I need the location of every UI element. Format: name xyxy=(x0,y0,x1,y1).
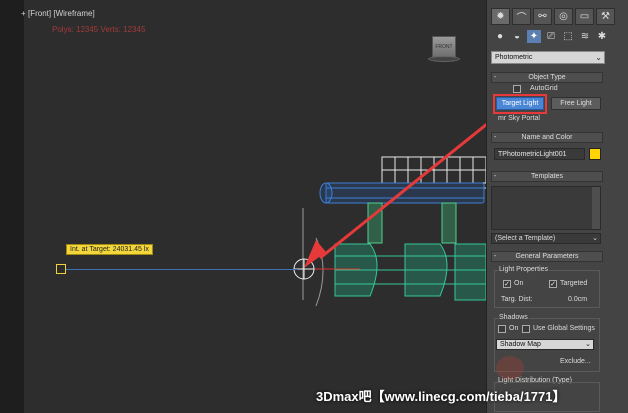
tab-modify[interactable]: ⌒ xyxy=(512,8,531,25)
cameras-icon[interactable]: ⎚ xyxy=(544,30,558,43)
targ-dist-label: Targ. Dist: xyxy=(501,296,533,303)
chevron-down-icon: ⌄ xyxy=(595,53,602,62)
watermark-text: 3Dmax吧【www.linecg.com/tieba/1771】 xyxy=(316,389,566,404)
helpers-icon[interactable]: ⬚ xyxy=(561,30,575,43)
chevron-down-icon: ⌄ xyxy=(592,235,598,242)
rollout-title: Object Type xyxy=(528,74,566,81)
chevron-down-icon: ⌄ xyxy=(585,341,591,348)
autogrid-label: AutoGrid xyxy=(530,85,558,92)
viewport-front[interactable]: + [Front] [Wireframe] Polys: 12345 Verts… xyxy=(0,0,486,413)
rollout-title: General Parameters xyxy=(515,253,579,260)
curve-icon: ⌒ xyxy=(516,13,527,24)
rollout-title: Name and Color xyxy=(521,134,573,141)
light-category-select[interactable]: Photometric ⌄ xyxy=(491,51,605,64)
rollout-name-and-color[interactable]: - Name and Color xyxy=(491,132,603,143)
targ-dist-value[interactable]: 0.0cm xyxy=(568,296,587,303)
rollout-object-type[interactable]: - Object Type xyxy=(491,72,603,83)
templates-scrollbar[interactable] xyxy=(592,187,600,229)
rollout-toggle-icon: - xyxy=(494,253,497,260)
shapes-icon[interactable]: ◒ xyxy=(510,30,524,43)
shadows-label: Shadows xyxy=(498,314,529,321)
rollout-toggle-icon: - xyxy=(494,173,497,180)
motion-icon: ◎ xyxy=(559,11,568,22)
spacewarps-icon[interactable]: ≋ xyxy=(578,30,592,43)
category-value: Photometric xyxy=(495,54,533,61)
systems-icon[interactable]: ✱ xyxy=(595,30,609,43)
object-color-swatch[interactable] xyxy=(589,148,601,160)
template-select-value: (Select a Template) xyxy=(495,235,556,242)
watermark-logo xyxy=(496,356,524,380)
light-properties-label: Light Properties xyxy=(498,266,550,273)
shadow-type-select[interactable]: Shadow Map ⌄ xyxy=(496,339,594,350)
use-global-settings-label: Use Global Settings xyxy=(533,325,595,332)
tab-utilities[interactable]: ⚒ xyxy=(596,8,615,25)
use-global-settings-checkbox[interactable] xyxy=(522,325,530,333)
geometry-icon[interactable]: ● xyxy=(493,30,507,43)
green-lamp-wireframes xyxy=(334,243,486,301)
shadows-on-label: On xyxy=(509,325,519,332)
tab-hierarchy[interactable]: ⚯ xyxy=(533,8,552,25)
tab-motion[interactable]: ◎ xyxy=(554,8,573,25)
rollout-toggle-icon: - xyxy=(494,74,497,81)
lights-icon[interactable]: ✦ xyxy=(527,30,541,43)
utilities-icon: ⚒ xyxy=(601,11,610,22)
object-name-field[interactable]: TPhotometricLight001 xyxy=(494,148,585,160)
target-intensity-tooltip: Int. at Target: 24031.45 lx xyxy=(66,244,153,255)
template-select[interactable]: (Select a Template) ⌄ xyxy=(491,233,601,244)
tab-display[interactable]: ▭ xyxy=(575,8,594,25)
rollout-title: Templates xyxy=(531,173,563,180)
command-panel-tabs: ✹ ⌒ ⚯ ◎ ▭ ⚒ xyxy=(491,8,615,25)
wireframe-scene xyxy=(293,122,486,307)
tab-create[interactable]: ✹ xyxy=(491,8,510,25)
templates-list[interactable] xyxy=(491,186,601,230)
targeted-label: Targeted xyxy=(560,280,588,287)
light-on-label: On xyxy=(514,280,524,287)
hierarchy-icon: ⚯ xyxy=(538,11,547,22)
shadow-type-value: Shadow Map xyxy=(500,341,541,348)
sun-icon: ✹ xyxy=(496,11,505,22)
free-light-button[interactable]: Free Light xyxy=(551,97,601,110)
rollout-general-parameters[interactable]: - General Parameters xyxy=(491,251,603,262)
rollout-templates[interactable]: - Templates xyxy=(491,171,603,182)
rollout-toggle-icon: - xyxy=(494,134,497,141)
shadows-on-checkbox[interactable] xyxy=(498,325,506,333)
light-target-line xyxy=(66,269,298,270)
autogrid-checkbox[interactable] xyxy=(513,85,521,93)
exclude-button[interactable]: Exclude... xyxy=(560,358,591,365)
highlight-annotation xyxy=(493,94,547,114)
light-target-marker[interactable] xyxy=(56,264,66,274)
targeted-checkbox[interactable]: ✓ xyxy=(549,280,557,288)
light-on-checkbox[interactable]: ✓ xyxy=(503,280,511,288)
create-categories: ● ◒ ✦ ⎚ ⬚ ≋ ✱ xyxy=(493,30,609,43)
display-icon: ▭ xyxy=(579,11,590,22)
